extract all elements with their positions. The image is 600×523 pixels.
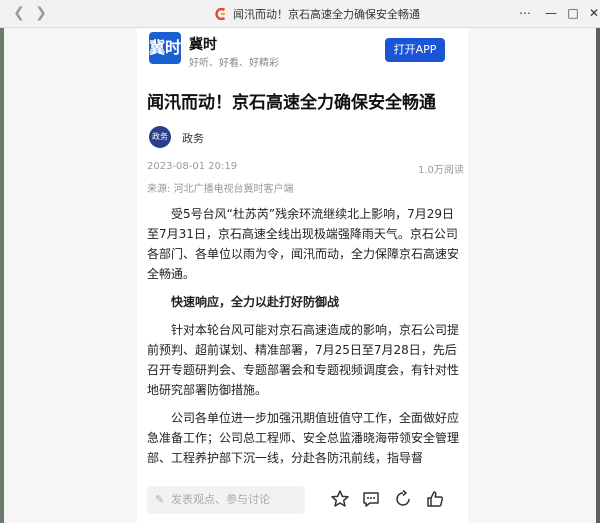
section-heading: 快速响应，全力以赴打好防御战 [171,295,340,309]
view-count: 1.0万阅读 [418,165,464,176]
star-icon[interactable] [330,489,350,509]
thumbs-up-icon[interactable] [425,489,445,509]
pencil-icon: ✎ [155,493,165,506]
author-avatar[interactable]: 政务 [149,126,171,148]
paragraph: 针对本轮台风可能对京石高速造成的影响，京石公司提前预判、超前谋划、精准部署，7月… [147,323,460,397]
open-app-button[interactable]: 打开APP [385,38,445,62]
article-source: 来源: 河北广播电视台冀时客户端 [147,184,294,195]
site-logo-icon [215,8,226,20]
comment-icon[interactable] [361,489,381,509]
browser-titlebar: ❮ ❯ 闻汛而动！京石高速全力确保安全畅通 ⋯ — □ ✕ [0,0,600,28]
app-header: 冀时 冀时 好听、好看、好精彩 打开APP [137,28,468,73]
comment-placeholder: 发表观点、参与讨论 [171,493,270,506]
publish-date: 2023-08-01 20:19 [147,161,238,172]
minimize-icon[interactable]: — [542,4,560,22]
share-icon[interactable] [393,489,413,509]
maximize-icon[interactable]: □ [564,4,582,22]
menu-icon[interactable]: ⋯ [516,4,534,22]
window-title-text: 闻汛而动！京石高速全力确保安全畅通 [233,8,420,21]
app-name: 冀时 [189,37,217,53]
article-page[interactable]: 冀时 冀时 好听、好看、好精彩 打开APP 闻汛而动！京石高速全力确保安全畅通 … [137,28,468,523]
article-body: 受5号台风“杜苏芮”残余环流继续北上影响，7月29日至7月31日，京石高速全线出… [147,204,461,476]
back-arrow-icon[interactable]: ❮ [10,4,28,22]
paragraph: 受5号台风“杜苏芮”残余环流继续北上影响，7月29日至7月31日，京石高速全线出… [147,207,460,281]
right-edge-strip [596,28,600,523]
paragraph: 公司各单位进一步加强汛期值班值守工作，全面做好应急准备工作；公司总工程师、安全总… [147,411,460,465]
app-logo: 冀时 [149,32,181,64]
author-name[interactable]: 政务 [182,130,204,146]
comment-input[interactable]: ✎ 发表观点、参与讨论 [147,486,305,514]
close-icon[interactable]: ✕ [585,4,600,22]
left-edge-strip [0,28,4,523]
window-title: 闻汛而动！京石高速全力确保安全畅通 [215,6,420,22]
forward-arrow-icon[interactable]: ❯ [32,4,50,22]
article-title: 闻汛而动！京石高速全力确保安全畅通 [147,93,436,113]
app-slogan: 好听、好看、好精彩 [189,58,279,69]
bottom-action-bar: ✎ 发表观点、参与讨论 [137,480,468,523]
